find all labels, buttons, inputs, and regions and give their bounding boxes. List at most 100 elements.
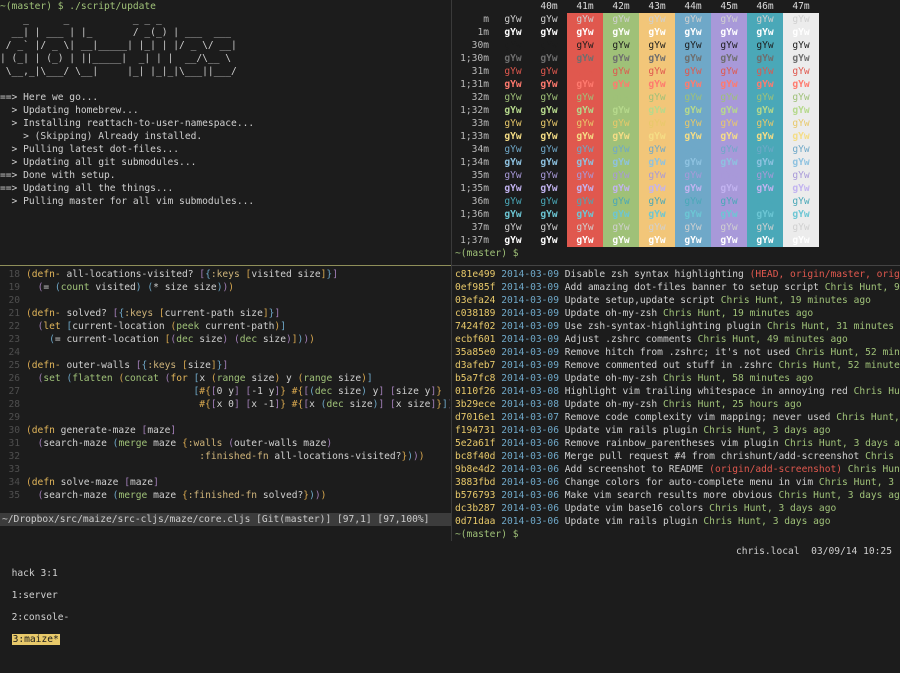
output-line: ==> Here we go... (0, 92, 99, 103)
color-table-row: 1;34m gYw gYw gYw gYw gYw gYw gYw gYw gYw (455, 156, 900, 169)
color-cell: gYw (711, 26, 747, 39)
color-cell: gYw (747, 169, 783, 182)
commit-message: Remove hitch from .zshrc; it's not used (564, 347, 796, 358)
color-cell: gYw (747, 13, 783, 26)
color-cell: gYw (711, 143, 747, 156)
line-number: 19 (8, 282, 20, 293)
pane-divider-left[interactable] (0, 265, 451, 266)
commit-line[interactable]: 0110f26 2014-03-08 Highlight vim trailin… (455, 385, 900, 398)
update-script-pane[interactable]: ~(master) $ ./script/update _ _ _ _ _ __… (0, 0, 450, 264)
line-number: 22 (8, 321, 20, 332)
color-table-row: 1;32m gYw gYw gYw gYw gYw gYw gYw gYw gYw (455, 104, 900, 117)
commit-line[interactable]: 0ef985f 2014-03-09 Add amazing dot-files… (455, 281, 900, 294)
tmux-window-console[interactable]: 2:console- (12, 612, 70, 623)
commit-line[interactable]: c038189 2014-03-09 Update oh-my-zsh Chri… (455, 307, 900, 320)
line-number: 18 (8, 269, 20, 280)
color-cell: gYw (603, 52, 639, 65)
commit-date: 2014-03-09 (501, 295, 559, 306)
commit-message: Use zsh-syntax-highlighting plugin (564, 321, 767, 332)
code-line: 23 (= current-location [(dec size) (dec … (0, 333, 450, 346)
commit-line[interactable]: b5a7fc8 2014-03-09 Update oh-my-zsh Chri… (455, 372, 900, 385)
line-number: 29 (8, 412, 20, 423)
commit-line[interactable]: bc8f40d 2014-03-06 Merge pull request #4… (455, 450, 900, 463)
commit-line[interactable]: 0d71daa 2014-03-06 Update vim rails plug… (455, 515, 900, 528)
git-log-pane[interactable]: c81e499 2014-03-09 Disable zsh syntax hi… (455, 268, 900, 541)
color-cell: gYw (747, 182, 783, 195)
color-cell: gYw (783, 52, 819, 65)
code-text: (defn solve-maze [maze] (26, 477, 159, 488)
color-table-row: 30m gYw gYw gYw gYw gYw gYw gYw gYw gYw (455, 39, 900, 52)
code-text: #{[x 0] [x -1]} #{[x (dec size)] [x size… (199, 399, 450, 410)
commit-author: Chris Hunt (824, 282, 883, 293)
commit-author: Chris Hunt (778, 490, 837, 501)
commit-message: Remove rainbow_parentheses vim plugin (564, 438, 785, 449)
shell-prompt: ~(master) $ (455, 529, 519, 540)
commit-line[interactable]: 03efa24 2014-03-09 Update setup,update s… (455, 294, 900, 307)
color-cell: gYw (747, 52, 783, 65)
commit-line[interactable]: 3b29ece 2014-03-08 Update oh-my-zsh Chri… (455, 398, 900, 411)
color-cell: gYw (531, 156, 567, 169)
color-cell: gYw (567, 13, 603, 26)
commit-refs: (origin/add-screenshot) (709, 464, 843, 475)
color-cell: gYw (504, 157, 522, 168)
color-cell: gYw (711, 208, 747, 221)
commit-line[interactable]: 9b8e4d2 2014-03-06 Add screenshot to REA… (455, 463, 900, 476)
code-line: 19 (= (count visited) (* size size))) (0, 281, 450, 294)
commit-date: 2014-03-06 (501, 477, 559, 488)
color-cell: gYw (675, 130, 711, 143)
code-line: 27 [#{[0 y] [-1 y]} #{[(dec size) y] [si… (0, 385, 450, 398)
commit-line[interactable]: 3883fbd 2014-03-06 Change colors for aut… (455, 476, 900, 489)
code-line: 28 #{[x 0] [x -1]} #{[x (dec size)] [x s… (0, 398, 450, 411)
commit-author: Chris Hunt (836, 412, 894, 423)
color-cell: gYw (603, 182, 639, 195)
commit-line[interactable]: f194731 2014-03-06 Update vim rails plug… (455, 424, 900, 437)
line-number: 21 (8, 308, 20, 319)
code-line: 18 (defn- all-locations-visited? [{:keys … (0, 268, 450, 281)
code-buffer[interactable]: 18 (defn- all-locations-visited? [{:keys … (0, 268, 450, 502)
commit-line[interactable]: d3afeb7 2014-03-09 Remove commented out … (455, 359, 900, 372)
pane-divider-vertical[interactable] (451, 0, 452, 541)
color-cell: gYw (639, 156, 675, 169)
vim-editor-pane[interactable]: 18 (defn- all-locations-visited? [{:keys … (0, 268, 450, 526)
commit-time: , 3 days ago (761, 516, 831, 527)
banner-line: __| | ___ | |_ / _(_) | ___ ___ (0, 27, 232, 38)
commit-time: , 19 minutes ago (778, 295, 871, 306)
commit-line[interactable]: 7424f02 2014-03-09 Use zsh-syntax-highli… (455, 320, 900, 333)
pane-divider-right[interactable] (452, 265, 900, 266)
color-cell: gYw (783, 208, 819, 221)
commit-author: Chris Hunt (720, 295, 779, 306)
color-cell: gYw (504, 144, 522, 155)
color-cell: gYw (504, 27, 522, 38)
color-cell: gYw (747, 221, 783, 234)
color-cell: gYw (639, 52, 675, 65)
tmux-window-maize[interactable]: 3:maize* (11, 634, 60, 645)
color-cell: gYw (711, 65, 747, 78)
commit-time: , 49 minutes ago (755, 334, 848, 345)
commit-hash: 0d71daa (455, 516, 496, 527)
commit-line[interactable]: ecbf601 2014-03-09 Adjust .zshrc comment… (455, 333, 900, 346)
line-number: 27 (8, 386, 20, 397)
color-cell: gYw (531, 13, 567, 26)
commit-line[interactable]: dc3b287 2014-03-06 Update vim base16 col… (455, 502, 900, 515)
color-table-pane[interactable]: 40m 41m 42m 43m 44m 45m 46m 47m m gYw gYw gYw gYw gYw… (455, 0, 900, 264)
commit-line[interactable]: d7016e1 2014-03-07 Remove code complexit… (455, 411, 900, 424)
commit-message: Update oh-my-zsh (564, 308, 663, 319)
tmux-window-server[interactable]: 1:server (12, 590, 58, 601)
commit-time: , 3 days ago (766, 503, 837, 514)
color-cell: gYw (567, 143, 603, 156)
commit-line[interactable]: 35a85e0 2014-03-09 Remove hitch from .zs… (455, 346, 900, 359)
git-log: c81e499 2014-03-09 Disable zsh syntax hi… (455, 268, 900, 528)
commit-date: 2014-03-09 (501, 334, 559, 345)
color-cell: gYw (567, 156, 603, 169)
commit-line[interactable]: c81e499 2014-03-09 Disable zsh syntax hi… (455, 268, 900, 281)
commit-line[interactable]: 5e2a61f 2014-03-06 Remove rainbow_parent… (455, 437, 900, 450)
code-line: 24 (0, 346, 450, 359)
color-cell: gYw (504, 170, 522, 181)
commit-author: Chris Hunt (865, 451, 900, 462)
color-table-row: 37m gYw gYw gYw gYw gYw gYw gYw gYw gYw (455, 221, 900, 234)
tmux-session: hack 3:1 (11, 568, 58, 579)
color-cell: gYw (603, 156, 639, 169)
color-cell: gYw (639, 78, 675, 91)
commit-line[interactable]: b576793 2014-03-06 Make vim search resul… (455, 489, 900, 502)
commit-date: 2014-03-06 (501, 451, 559, 462)
